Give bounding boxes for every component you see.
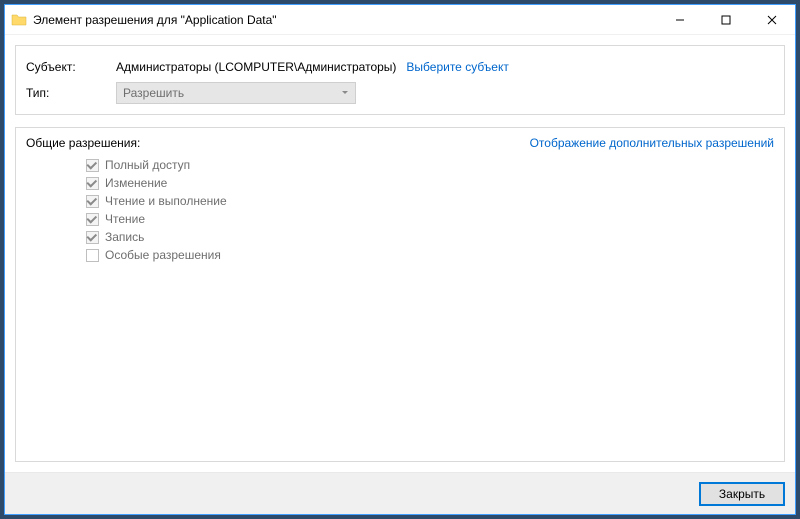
window-title: Элемент разрешения для "Application Data… bbox=[33, 13, 657, 27]
type-combobox[interactable]: Разрешить bbox=[116, 82, 356, 104]
permission-item: Изменение bbox=[86, 174, 774, 192]
permissions-header: Общие разрешения: Отображение дополнител… bbox=[26, 136, 774, 150]
permission-item: Полный доступ bbox=[86, 156, 774, 174]
permission-entry-window: Элемент разрешения для "Application Data… bbox=[4, 4, 796, 515]
permission-checkbox[interactable] bbox=[86, 177, 99, 190]
subject-row: Субъект: Администраторы (LCOMPUTER\Админ… bbox=[26, 54, 774, 80]
permissions-panel: Общие разрешения: Отображение дополнител… bbox=[15, 127, 785, 462]
type-row: Тип: Разрешить bbox=[26, 80, 774, 106]
permission-checkbox[interactable] bbox=[86, 159, 99, 172]
permission-label: Изменение bbox=[105, 176, 167, 190]
permissions-list: Полный доступ Изменение Чтение и выполнени… bbox=[26, 156, 774, 264]
folder-icon bbox=[11, 12, 27, 28]
close-button[interactable]: Закрыть bbox=[699, 482, 785, 506]
permission-label: Чтение и выполнение bbox=[105, 194, 227, 208]
permissions-section-label: Общие разрешения: bbox=[26, 136, 140, 150]
permission-item: Особые разрешения bbox=[86, 246, 774, 264]
minimize-button[interactable] bbox=[657, 5, 703, 35]
titlebar: Элемент разрешения для "Application Data… bbox=[5, 5, 795, 35]
permission-item: Чтение bbox=[86, 210, 774, 228]
dialog-footer: Закрыть bbox=[5, 472, 795, 514]
permission-item: Запись bbox=[86, 228, 774, 246]
client-area: Субъект: Администраторы (LCOMPUTER\Админ… bbox=[5, 35, 795, 472]
permission-item: Чтение и выполнение bbox=[86, 192, 774, 210]
subject-value: Администраторы (LCOMPUTER\Администраторы… bbox=[116, 60, 396, 74]
type-value: Разрешить bbox=[123, 86, 184, 100]
close-window-button[interactable] bbox=[749, 5, 795, 35]
advanced-permissions-link[interactable]: Отображение дополнительных разрешений bbox=[530, 136, 774, 150]
principal-panel: Субъект: Администраторы (LCOMPUTER\Админ… bbox=[15, 45, 785, 115]
permission-checkbox[interactable] bbox=[86, 249, 99, 262]
permission-checkbox[interactable] bbox=[86, 213, 99, 226]
type-label: Тип: bbox=[26, 86, 116, 100]
permission-checkbox[interactable] bbox=[86, 231, 99, 244]
permission-label: Чтение bbox=[105, 212, 145, 226]
chevron-down-icon bbox=[341, 86, 349, 100]
permission-label: Особые разрешения bbox=[105, 248, 221, 262]
maximize-button[interactable] bbox=[703, 5, 749, 35]
permission-label: Полный доступ bbox=[105, 158, 190, 172]
subject-label: Субъект: bbox=[26, 60, 116, 74]
select-subject-link[interactable]: Выберите субъект bbox=[406, 60, 508, 74]
permission-checkbox[interactable] bbox=[86, 195, 99, 208]
permission-label: Запись bbox=[105, 230, 144, 244]
